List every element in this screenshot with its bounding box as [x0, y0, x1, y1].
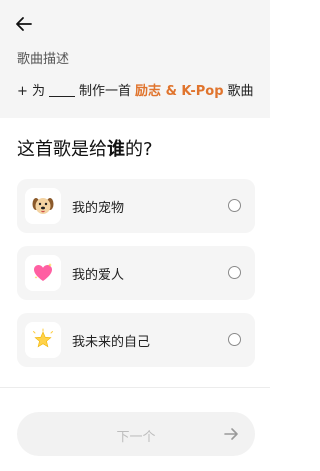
prompt-middle: 制作一首	[79, 84, 132, 99]
question-part1: 这首歌是给	[17, 139, 107, 160]
option-future-self[interactable]: 我未来的自己	[17, 313, 255, 367]
dog-face-icon	[32, 198, 54, 214]
option-label: 我的宠物	[72, 201, 125, 216]
option-label: 我的爱人	[72, 268, 125, 283]
radio-button[interactable]	[228, 266, 241, 279]
back-arrow-icon[interactable]	[14, 14, 34, 34]
song-prompt: + 为 制作一首 励志 & K-Pop 歌曲	[17, 80, 254, 99]
arrow-right-icon	[224, 428, 238, 440]
prompt-prefix: + 为	[17, 84, 46, 99]
radio-button[interactable]	[228, 333, 241, 346]
next-button[interactable]: 下一个	[17, 412, 255, 456]
option-icon-box	[25, 188, 61, 224]
question-title: 这首歌是给谁的?	[17, 135, 153, 161]
prompt-genre: 励志 & K-Pop	[135, 84, 224, 99]
description-label: 歌曲描述	[17, 52, 70, 67]
sparkling-heart-icon	[34, 263, 52, 281]
option-lover[interactable]: 我的爱人	[17, 246, 255, 300]
option-icon-box	[25, 322, 61, 358]
question-part2: 的?	[125, 139, 153, 160]
option-pet[interactable]: 我的宠物	[17, 179, 255, 233]
prompt-suffix: 歌曲	[227, 84, 254, 99]
prompt-blank	[49, 96, 76, 97]
radio-button[interactable]	[228, 199, 241, 212]
option-icon-box	[25, 255, 61, 291]
option-label: 我未来的自己	[72, 335, 151, 350]
glowing-star-icon	[33, 328, 53, 348]
footer-divider	[0, 387, 270, 388]
next-button-label: 下一个	[116, 430, 156, 445]
question-emphasis: 谁	[107, 139, 125, 160]
